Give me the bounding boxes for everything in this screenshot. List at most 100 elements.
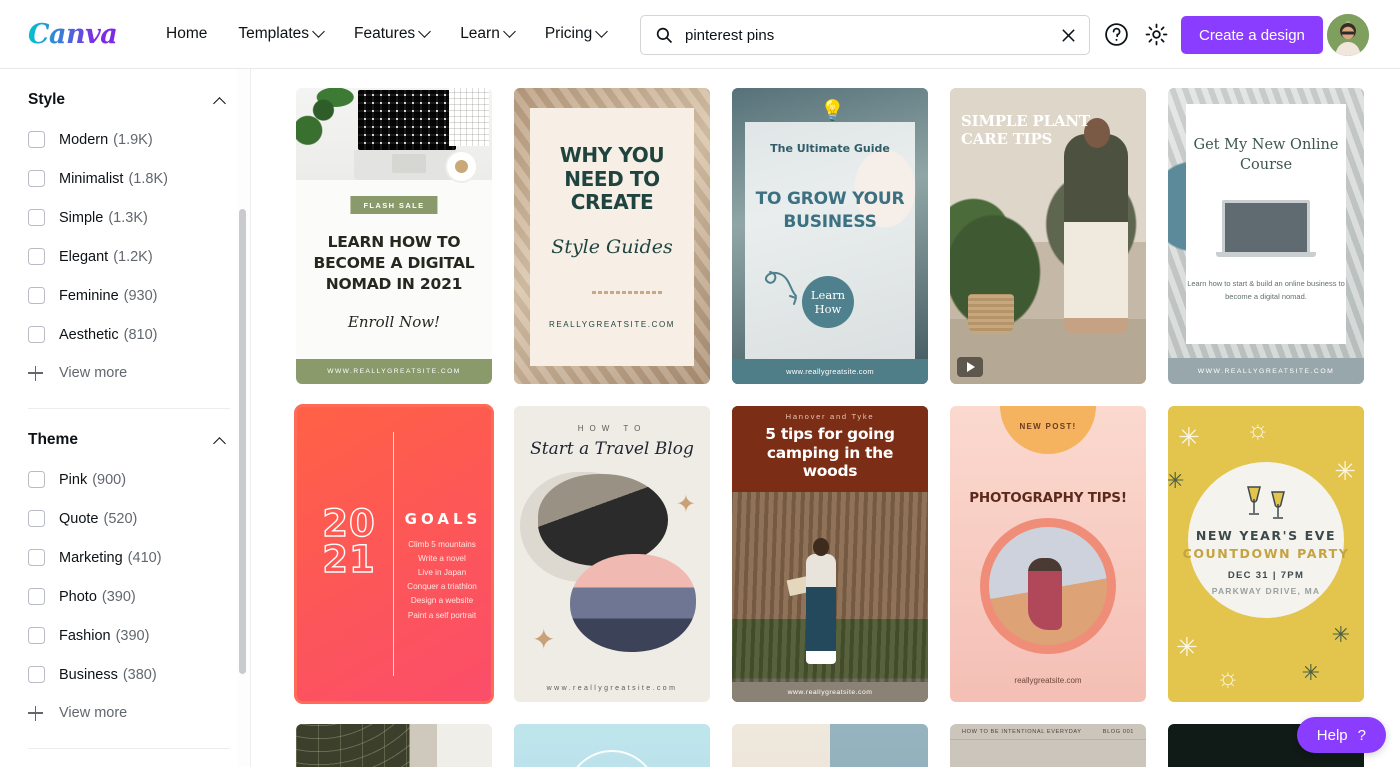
- close-icon: [1061, 28, 1075, 42]
- web-pattern: [296, 724, 410, 767]
- filter-group-theme-header[interactable]: Theme: [28, 431, 230, 450]
- template-card-style-guides[interactable]: WHY YOU NEED TO CREATE Style Guides REAL…: [514, 88, 710, 384]
- card-badge-label: NEW POST!: [1019, 421, 1077, 431]
- template-card-get-my-new-online-course[interactable]: Get My New Online Course Learn how to st…: [1168, 88, 1364, 384]
- filters-sidebar: Style Modern (1.9K) Minimalist (1.8K) Si…: [0, 69, 251, 767]
- chevron-up-icon[interactable]: [213, 96, 226, 110]
- checkbox[interactable]: [28, 549, 45, 566]
- card-footer-url: www.reallygreatsite.com: [732, 359, 928, 384]
- card-artwork: Hanover and Tyke 5 tips for going campin…: [732, 406, 928, 702]
- template-card-digital-nomad-course[interactable]: FLASH SALE LEARN HOW TO BECOME A DIGITAL…: [296, 88, 492, 384]
- canva-logo[interactable]: Canva: [28, 21, 118, 48]
- question-circle-icon[interactable]: [1104, 22, 1129, 47]
- help-label: Help: [1316, 726, 1348, 744]
- vertical-divider: [393, 432, 394, 676]
- sidebar-scrollbar-thumb[interactable]: [239, 209, 246, 674]
- sparkle-icon: ✦: [675, 491, 696, 518]
- template-card-start-a-travel-blog[interactable]: HOW TO Start a Travel Blog ✦ ✦ www.reall…: [514, 406, 710, 702]
- filter-option-count: (930): [123, 287, 158, 304]
- card-subtitle: COUNTDOWN PARTY: [1182, 546, 1350, 561]
- checkbox[interactable]: [28, 170, 45, 187]
- checkbox[interactable]: [28, 471, 45, 488]
- filter-option-feminine[interactable]: Feminine (930): [28, 276, 230, 315]
- clear-search-button[interactable]: [1051, 18, 1085, 52]
- filter-option-fashion[interactable]: Fashion (390): [28, 616, 230, 655]
- avatar-image: [1327, 14, 1369, 56]
- card-eyebrow: HOW TO: [577, 424, 647, 433]
- template-card-grow-your-business[interactable]: 💡 The Ultimate Guide TO GROW YOUR BUSINE…: [732, 88, 928, 384]
- help-button[interactable]: Help ?: [1296, 717, 1386, 753]
- person-figure: [1028, 558, 1062, 630]
- checkbox[interactable]: [28, 131, 45, 148]
- filter-option-photo[interactable]: Photo (390): [28, 577, 230, 616]
- card-title: TO GROW YOUR BUSINESS: [755, 189, 905, 232]
- template-card-dark-interior-partial[interactable]: [296, 724, 492, 767]
- card-title: Get My New Online Course: [1193, 137, 1339, 173]
- view-more-label: View more: [59, 365, 128, 381]
- chevron-down-icon: [418, 24, 432, 38]
- view-more-label: View more: [59, 705, 128, 721]
- filter-option-business[interactable]: Business (380): [28, 655, 230, 694]
- sidebar-scrollbar-track[interactable]: [237, 69, 249, 767]
- filter-option-label: Business: [59, 666, 118, 683]
- template-card-2021-goals[interactable]: 20 21 GOALS Climb 5 mountains Write a no…: [294, 404, 494, 704]
- create-a-design-button[interactable]: Create a design: [1181, 16, 1323, 54]
- chevron-up-icon[interactable]: [213, 436, 226, 450]
- question-mark-icon: ?: [1357, 726, 1366, 744]
- checkbox[interactable]: [28, 326, 45, 343]
- checkbox[interactable]: [28, 287, 45, 304]
- view-more-theme-button[interactable]: View more: [28, 694, 230, 732]
- filter-option-count: (1.3K): [108, 209, 148, 226]
- filter-option-marketing[interactable]: Marketing (410): [28, 538, 230, 577]
- filter-option-quote[interactable]: Quote (520): [28, 499, 230, 538]
- filter-option-modern[interactable]: Modern (1.9K): [28, 120, 230, 159]
- nav-item-pricing[interactable]: Pricing: [545, 24, 609, 43]
- checkbox[interactable]: [28, 627, 45, 644]
- filter-option-minimalist[interactable]: Minimalist (1.8K): [28, 159, 230, 198]
- card-year: 20 21: [322, 502, 376, 581]
- avatar[interactable]: [1327, 14, 1369, 56]
- nav-item-home[interactable]: Home: [166, 25, 207, 43]
- firework-icon: ✳: [1331, 622, 1350, 647]
- filter-option-aesthetic[interactable]: Aesthetic (810): [28, 315, 230, 354]
- checkbox[interactable]: [28, 666, 45, 683]
- checkbox[interactable]: [28, 248, 45, 265]
- card-heading: GOALS: [404, 510, 482, 528]
- template-card-simple-plant-care-tips[interactable]: SIMPLE PLANT CARE TIPS: [950, 88, 1146, 384]
- search-input[interactable]: [685, 26, 1051, 44]
- filter-option-elegant[interactable]: Elegant (1.2K): [28, 237, 230, 276]
- firework-icon: ☼: [1246, 414, 1270, 444]
- template-card-intentional-everyday-partial[interactable]: HOW TO BE INTENTIONAL EVERYDAY BLOG 001: [950, 724, 1146, 767]
- template-card-camping-in-the-woods[interactable]: Hanover and Tyke 5 tips for going campin…: [732, 406, 928, 702]
- template-card-blue-sky-partial[interactable]: [514, 724, 710, 767]
- nav-item-learn[interactable]: Learn: [460, 24, 516, 43]
- nav-item-features[interactable]: Features: [354, 24, 432, 43]
- card-eyebrow: The Ultimate Guide: [770, 142, 890, 155]
- card-bar-right-label: BLOG 001: [1102, 728, 1134, 735]
- sparkle-icon: ✦: [532, 624, 556, 655]
- checkbox[interactable]: [28, 588, 45, 605]
- filter-option-simple[interactable]: Simple (1.3K): [28, 198, 230, 237]
- snack-bowl: [445, 150, 478, 183]
- template-card-photography-tips[interactable]: NEW POST! PHOTOGRAPHY TIPS! reallygreats…: [950, 406, 1146, 702]
- filter-option-pink[interactable]: Pink (900): [28, 460, 230, 499]
- card-title: SIMPLE PLANT CARE TIPS: [961, 112, 1090, 148]
- gear-icon[interactable]: [1144, 22, 1169, 47]
- plant-pot: [968, 294, 1014, 334]
- card-footer-url: www.reallygreatsite.com: [732, 682, 928, 702]
- template-card-new-years-eve-party[interactable]: ✳ ✳ ☼ ✳ ✳ ✳ ☼ ✳ NEW YEAR'S EVE COUNTDOWN…: [1168, 406, 1364, 702]
- card-goal-list: Climb 5 mountains Write a novel Live in …: [407, 540, 477, 620]
- template-card-food-bowls-partial[interactable]: [732, 724, 928, 767]
- search-bar[interactable]: [640, 15, 1090, 55]
- card-artwork: 💡 The Ultimate Guide TO GROW YOUR BUSINE…: [732, 88, 928, 384]
- view-more-style-button[interactable]: View more: [28, 354, 230, 392]
- nav-item-templates[interactable]: Templates: [238, 24, 325, 43]
- filter-group-style-header[interactable]: Style: [28, 91, 230, 110]
- video-play-icon: [957, 357, 983, 377]
- card-url: REALLYGREATSITE.COM: [548, 320, 676, 329]
- checkbox[interactable]: [28, 209, 45, 226]
- checkbox[interactable]: [28, 510, 45, 527]
- champagne-glasses-icon: [1247, 486, 1285, 519]
- search-icon: [656, 27, 673, 44]
- filter-option-label: Modern: [59, 131, 109, 148]
